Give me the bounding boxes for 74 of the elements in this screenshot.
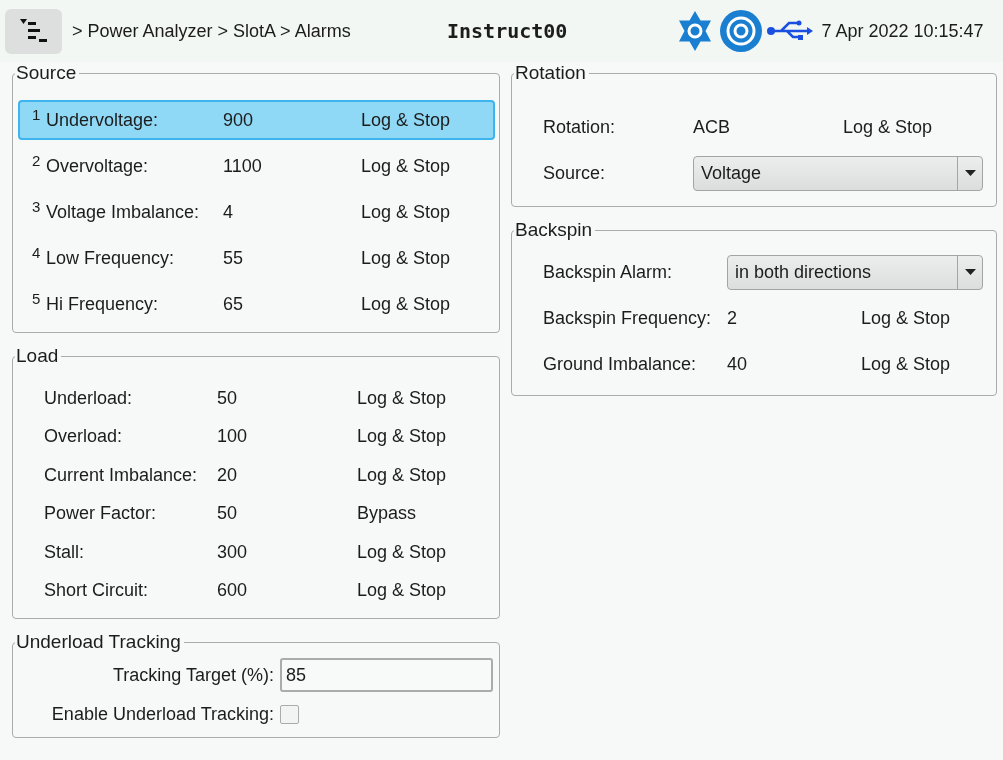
field-label: Power Factor: [44, 503, 158, 525]
field-value: 300 [217, 541, 249, 563]
action-text: Log & Stop [361, 293, 452, 315]
field-value: 100 [217, 426, 249, 448]
row-number: 1 [32, 106, 42, 123]
action-text: Log & Stop [361, 201, 452, 223]
window-title: Instruct00 [447, 19, 568, 43]
dropdown-select[interactable]: Voltage [693, 155, 983, 191]
field-label: Tracking Target (%): [111, 664, 274, 686]
action-text: Log & Stop [361, 247, 452, 269]
field-label: Stall: [44, 541, 86, 563]
menu-button[interactable] [5, 8, 62, 54]
field-label: Voltage Imbalance: [46, 201, 201, 223]
action-text: Log & Stop [861, 353, 952, 375]
field-value: 4 [223, 201, 234, 223]
field-value: 50 [217, 387, 239, 409]
action-text: Log & Stop [843, 116, 934, 138]
dropdown-arrow-icon [964, 269, 976, 275]
row-number: 4 [32, 244, 42, 261]
field-value: 20 [217, 464, 239, 486]
row-number: 5 [32, 290, 42, 307]
field-value: 2 [727, 307, 738, 329]
field-value: 40 [727, 353, 749, 375]
field-label: Overvoltage: [46, 155, 150, 177]
field-label: Overload: [44, 426, 124, 448]
field-label: Hi Frequency: [46, 293, 160, 315]
group-title: Backspin [514, 219, 594, 241]
field-label: Low Frequency: [46, 247, 176, 269]
row-number: 3 [32, 198, 42, 215]
dropdown-select[interactable]: in both directions [727, 254, 983, 290]
field-label: Enable Underload Tracking: [50, 703, 274, 725]
action-text: Log & Stop [361, 109, 452, 131]
field-label: Backspin Alarm: [543, 261, 674, 283]
breadcrumb: > Power Analyzer > SlotA > Alarms [72, 20, 352, 42]
action-text: Log & Stop [861, 307, 952, 329]
field-label: Backspin Frequency: [543, 307, 713, 329]
field-label: Underload: [44, 387, 134, 409]
alarm-row[interactable]: 1 Undervoltage: 900 Log & Stop [18, 100, 495, 140]
field-value: 600 [217, 580, 249, 602]
field-value: 65 [223, 293, 245, 315]
field-label: Ground Imbalance: [543, 353, 698, 375]
group-title: Underload Tracking [15, 631, 182, 653]
field-value: 900 [223, 109, 255, 131]
field-value: 50 [217, 503, 239, 525]
field-value: ACB [693, 116, 731, 138]
field-label: Short Circuit: [44, 580, 150, 602]
action-text: Log & Stop [361, 155, 452, 177]
action-text: Log & Stop [357, 387, 448, 409]
action-text: Log & Stop [357, 464, 448, 486]
menu-icon [18, 18, 49, 44]
group-title: Rotation [514, 62, 587, 84]
alarm-row[interactable]: 3 Voltage Imbalance: 4 Log & Stop [18, 192, 495, 232]
field-label: Current Imbalance: [44, 464, 199, 486]
usb-icon [767, 19, 814, 43]
action-text: Log & Stop [357, 541, 448, 563]
action-text: Bypass [357, 503, 418, 525]
action-text: Log & Stop [357, 426, 448, 448]
field-value: 1100 [223, 155, 263, 177]
dropdown-arrow-icon [964, 170, 976, 176]
checkbox[interactable] [280, 704, 299, 724]
alarm-row[interactable]: 2 Overvoltage: 1100 Log & Stop [18, 146, 495, 186]
field-label: Undervoltage: [46, 109, 160, 131]
group-title: Source [15, 62, 78, 84]
field-label: Rotation: [543, 116, 617, 138]
field-label: Source: [543, 162, 607, 184]
alarm-row[interactable]: 4 Low Frequency: 55 Log & Stop [18, 238, 495, 278]
alarm-row[interactable]: 5 Hi Frequency: 65 Log & Stop [18, 284, 495, 324]
field-value: 55 [223, 247, 245, 269]
group-title: Load [15, 345, 60, 367]
input-field[interactable]: 85 [280, 658, 493, 692]
date-time: 7 Apr 2022 10:15:47 [821, 20, 984, 42]
action-text: Log & Stop [357, 580, 448, 602]
row-number: 2 [32, 152, 42, 169]
target-icon[interactable] [719, 9, 764, 53]
